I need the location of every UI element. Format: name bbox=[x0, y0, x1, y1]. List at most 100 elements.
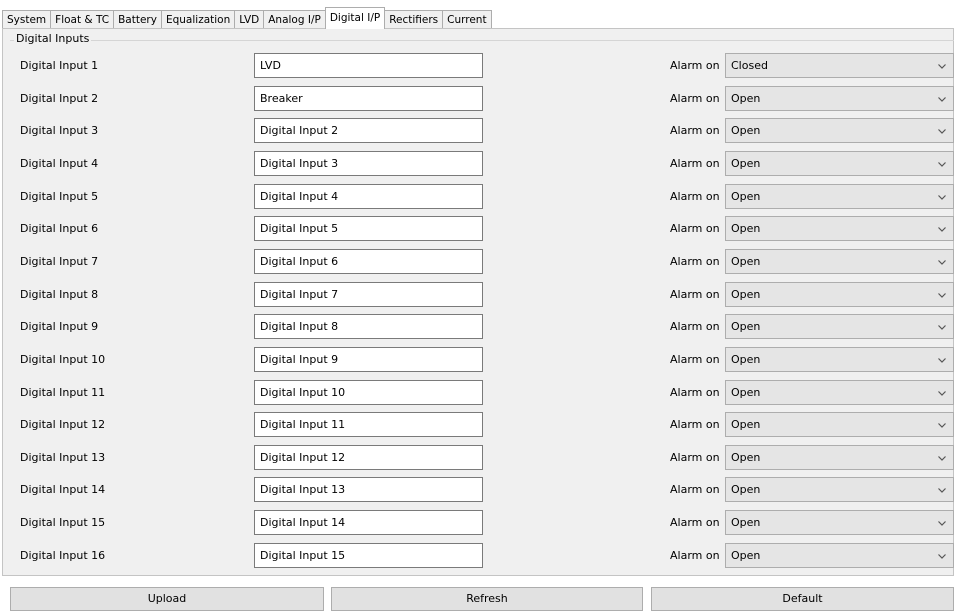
digital-input-name-field[interactable]: Digital Input 13 bbox=[254, 477, 483, 503]
chevron-down-icon bbox=[938, 325, 946, 331]
alarm-on-label: Alarm on bbox=[670, 124, 720, 138]
alarm-on-select[interactable]: Open bbox=[725, 314, 954, 340]
digital-input-label: Digital Input 6 bbox=[20, 222, 99, 236]
alarm-on-value: Open bbox=[731, 91, 761, 105]
digital-input-label: Digital Input 15 bbox=[20, 516, 106, 530]
alarm-on-select[interactable]: Closed bbox=[725, 53, 954, 78]
digital-input-row: Digital Input 13 Digital Input 12 Alarm … bbox=[0, 444, 954, 471]
chevron-down-icon bbox=[938, 162, 946, 167]
digital-input-name-field[interactable]: Digital Input 9 bbox=[254, 346, 483, 372]
digital-input-name-field[interactable]: Digital Input 15 bbox=[254, 542, 483, 568]
digital-input-label: Digital Input 4 bbox=[20, 156, 99, 170]
alarm-on-value: Open bbox=[731, 385, 761, 399]
chevron-down-icon bbox=[938, 423, 946, 428]
action-bar: Upload Refresh Default bbox=[0, 587, 954, 611]
alarm-on-select[interactable]: Open bbox=[725, 118, 954, 144]
tab-equalization[interactable]: Equalization bbox=[160, 10, 236, 29]
tab-rectifiers[interactable]: Rectifiers bbox=[384, 10, 444, 29]
digital-input-label: Digital Input 11 bbox=[20, 385, 106, 399]
digital-input-row: Digital Input 7 Digital Input 6 Alarm on… bbox=[0, 248, 954, 275]
digital-input-row: Digital Input 10 Digital Input 9 Alarm o… bbox=[0, 346, 954, 373]
digital-input-name-field[interactable]: Digital Input 4 bbox=[254, 183, 483, 209]
digital-input-label: Digital Input 7 bbox=[20, 254, 99, 268]
alarm-on-value: Open bbox=[731, 320, 761, 334]
alarm-on-select[interactable]: Open bbox=[725, 85, 954, 111]
alarm-on-select[interactable]: Open bbox=[725, 510, 954, 536]
alarm-on-value: Open bbox=[731, 124, 761, 138]
digital-input-label: Digital Input 16 bbox=[20, 548, 106, 562]
alarm-on-label: Alarm on bbox=[670, 91, 720, 105]
digital-input-name-field[interactable]: Digital Input 5 bbox=[254, 216, 483, 242]
digital-input-name-field[interactable]: Digital Input 7 bbox=[254, 281, 483, 307]
alarm-on-select[interactable]: Open bbox=[725, 412, 954, 438]
digital-input-name-field[interactable]: Digital Input 3 bbox=[254, 150, 483, 176]
chevron-down-icon bbox=[938, 357, 946, 363]
alarm-on-label: Alarm on bbox=[670, 320, 720, 334]
digital-input-name-field[interactable]: Digital Input 11 bbox=[254, 412, 483, 438]
digital-input-label: Digital Input 2 bbox=[20, 91, 99, 105]
chevron-down-icon bbox=[938, 96, 946, 102]
refresh-button[interactable]: Refresh bbox=[331, 587, 643, 611]
alarm-on-value: Open bbox=[731, 516, 761, 530]
alarm-on-select[interactable]: Open bbox=[725, 248, 954, 274]
digital-input-label: Digital Input 9 bbox=[20, 320, 99, 334]
tab-float-tc[interactable]: Float & TC bbox=[50, 10, 115, 29]
digital-input-name-field[interactable]: LVD bbox=[254, 53, 483, 78]
digital-input-row: Digital Input 11 Digital Input 10 Alarm … bbox=[0, 379, 954, 406]
digital-input-name-field[interactable]: Breaker bbox=[254, 85, 483, 111]
alarm-on-value: Open bbox=[731, 254, 761, 268]
alarm-on-select[interactable]: Open bbox=[725, 379, 954, 405]
digital-input-label: Digital Input 3 bbox=[20, 124, 99, 138]
digital-input-label: Digital Input 12 bbox=[20, 418, 106, 432]
chevron-down-icon bbox=[938, 129, 946, 135]
digital-input-row: Digital Input 1 LVD Alarm on Closed bbox=[0, 53, 954, 79]
alarm-on-value: Open bbox=[731, 548, 761, 562]
digital-input-label: Digital Input 10 bbox=[20, 352, 106, 366]
alarm-on-select[interactable]: Open bbox=[725, 216, 954, 242]
alarm-on-value: Open bbox=[731, 222, 761, 236]
group-title: Digital Inputs bbox=[14, 32, 92, 45]
alarm-on-value: Open bbox=[731, 483, 761, 497]
digital-input-name-field[interactable]: Digital Input 6 bbox=[254, 248, 483, 274]
digital-input-row: Digital Input 5 Digital Input 4 Alarm on… bbox=[0, 183, 954, 210]
tab-system[interactable]: System bbox=[2, 10, 52, 29]
alarm-on-label: Alarm on bbox=[670, 287, 720, 301]
digital-input-name-field[interactable]: Digital Input 10 bbox=[254, 379, 483, 405]
default-button[interactable]: Default bbox=[651, 587, 954, 611]
tab-analog-ip[interactable]: Analog I/P bbox=[263, 10, 326, 29]
tab-battery[interactable]: Battery bbox=[113, 10, 162, 29]
digital-input-row: Digital Input 14 Digital Input 13 Alarm … bbox=[0, 477, 954, 503]
alarm-on-select[interactable]: Open bbox=[725, 477, 954, 503]
alarm-on-select[interactable]: Open bbox=[725, 444, 954, 470]
alarm-on-label: Alarm on bbox=[670, 156, 720, 170]
alarm-on-label: Alarm on bbox=[670, 548, 720, 562]
tab-digital-ip[interactable]: Digital I/P bbox=[324, 7, 386, 29]
chevron-down-icon bbox=[938, 194, 946, 200]
digital-input-name-field[interactable]: Digital Input 8 bbox=[254, 314, 483, 340]
chevron-down-icon bbox=[938, 390, 946, 396]
digital-input-label: Digital Input 13 bbox=[20, 450, 106, 464]
digital-input-row: Digital Input 6 Digital Input 5 Alarm on… bbox=[0, 216, 954, 242]
alarm-on-value: Open bbox=[731, 287, 761, 301]
alarm-on-select[interactable]: Open bbox=[725, 346, 954, 372]
alarm-on-value: Open bbox=[731, 156, 761, 170]
digital-input-name-field[interactable]: Digital Input 14 bbox=[254, 510, 483, 536]
group-divider bbox=[10, 40, 954, 41]
digital-input-name-field[interactable]: Digital Input 2 bbox=[254, 118, 483, 144]
alarm-on-select[interactable]: Open bbox=[725, 281, 954, 307]
alarm-on-label: Alarm on bbox=[670, 254, 720, 268]
alarm-on-label: Alarm on bbox=[670, 516, 720, 530]
digital-input-row: Digital Input 4 Digital Input 3 Alarm on… bbox=[0, 150, 954, 177]
digital-input-name-field[interactable]: Digital Input 12 bbox=[254, 444, 483, 470]
alarm-on-select[interactable]: Open bbox=[725, 183, 954, 209]
alarm-on-label: Alarm on bbox=[670, 385, 720, 399]
digital-input-row: Digital Input 15 Digital Input 14 Alarm … bbox=[0, 510, 954, 536]
digital-input-row: Digital Input 12 Digital Input 11 Alarm … bbox=[0, 412, 954, 438]
upload-button[interactable]: Upload bbox=[10, 587, 324, 611]
tab-current[interactable]: Current bbox=[442, 10, 492, 29]
alarm-on-select[interactable]: Open bbox=[725, 542, 954, 568]
alarm-on-label: Alarm on bbox=[670, 450, 720, 464]
digital-input-label: Digital Input 5 bbox=[20, 189, 99, 203]
tab-lvd[interactable]: LVD bbox=[234, 10, 265, 29]
alarm-on-select[interactable]: Open bbox=[725, 150, 954, 176]
